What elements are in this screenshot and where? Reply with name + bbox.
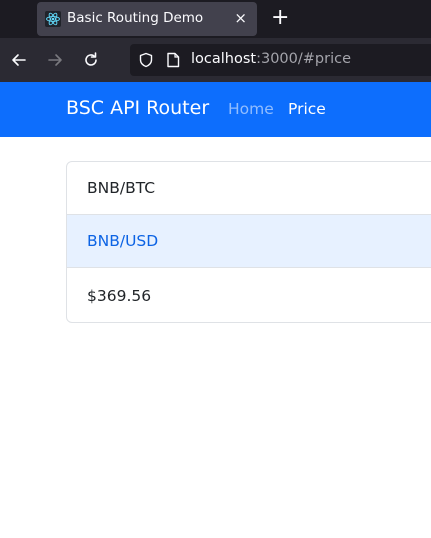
react-logo-icon: [45, 11, 61, 27]
url-host: localhost: [191, 51, 257, 67]
list-item-bnb-usd[interactable]: BNB/USD: [67, 215, 431, 268]
page-icon[interactable]: [166, 52, 180, 68]
close-tab-icon[interactable]: ×: [234, 9, 247, 27]
new-tab-button[interactable]: +: [271, 6, 289, 30]
tab-title: Basic Routing Demo: [67, 10, 204, 26]
browser-tab[interactable]: Basic Routing Demo ×: [37, 2, 257, 36]
nav-link-home[interactable]: Home: [228, 100, 274, 118]
price-value: $369.56: [87, 287, 152, 305]
shield-icon[interactable]: [138, 52, 154, 68]
browser-tab-strip: Basic Routing Demo × +: [0, 0, 431, 38]
browser-toolbar: localhost:3000/#price: [0, 38, 431, 82]
navbar-brand[interactable]: BSC API Router: [66, 97, 209, 119]
url-path: :3000/#price: [256, 51, 352, 67]
url-bar[interactable]: localhost:3000/#price: [130, 44, 431, 76]
reload-button[interactable]: [81, 50, 101, 70]
price-list: BNB/BTC BNB/USD $369.56: [66, 161, 431, 323]
forward-button[interactable]: [45, 50, 65, 70]
app-navbar: BSC API Router Home Price: [0, 82, 431, 137]
url-text[interactable]: localhost:3000/#price: [191, 51, 351, 67]
list-item-bnb-btc[interactable]: BNB/BTC: [67, 162, 431, 215]
back-button[interactable]: [9, 50, 29, 70]
nav-link-price[interactable]: Price: [288, 100, 326, 118]
